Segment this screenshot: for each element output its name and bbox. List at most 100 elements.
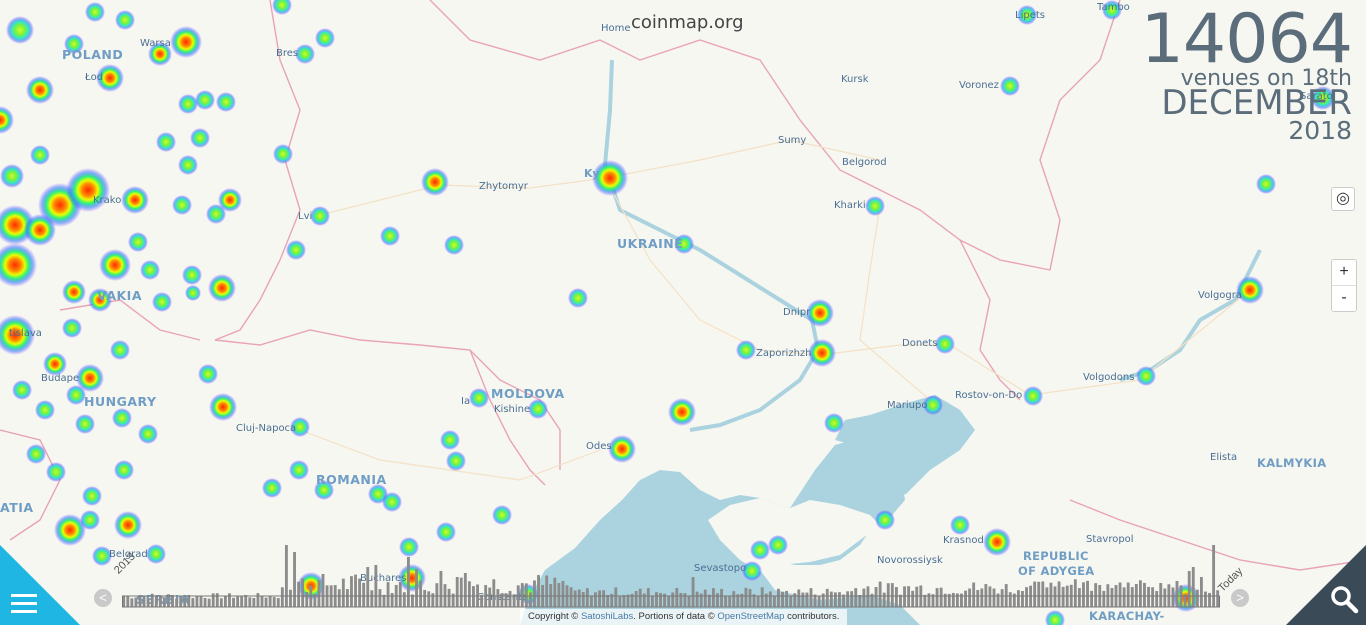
heat-spot <box>444 235 464 255</box>
timeline-bars <box>122 545 1220 607</box>
heat-spot <box>30 145 50 165</box>
search-icon[interactable] <box>1329 584 1359 614</box>
timeline-bar <box>634 591 638 607</box>
heat-spot <box>209 393 237 421</box>
city-krakow: Krako <box>93 195 122 206</box>
timeline-bar <box>154 595 158 607</box>
heat-spot <box>62 318 82 338</box>
timeline-bar <box>528 592 532 607</box>
heat-spot <box>421 168 449 196</box>
timeline-bar <box>1130 587 1134 607</box>
timeline-prev-button[interactable]: < <box>94 589 112 607</box>
timeline-bar <box>179 596 183 607</box>
timeline-bar <box>724 596 728 607</box>
timeline-bar <box>768 591 772 607</box>
heat-spot <box>156 132 176 152</box>
timeline-bar <box>577 589 581 607</box>
timeline-bar <box>463 573 467 607</box>
timeline-bar <box>797 589 801 607</box>
timeline-bar <box>581 591 585 607</box>
timeline-bar <box>894 587 898 607</box>
timeline-bar <box>268 595 272 607</box>
timeline-bar <box>293 552 296 607</box>
timeline-bar <box>533 580 536 607</box>
timeline-bar <box>195 595 199 607</box>
timeline-bar <box>927 593 931 607</box>
timeline-bar <box>219 598 223 607</box>
timeline-bar <box>142 595 146 607</box>
heat-spot <box>128 232 148 252</box>
timeline-bar <box>455 577 459 607</box>
timeline-bar <box>935 588 939 607</box>
timeline-bar <box>618 596 622 607</box>
zoom-out-button[interactable]: - <box>1332 286 1356 311</box>
heat-spot <box>608 435 636 463</box>
heat-spot <box>178 94 198 114</box>
heat-spot <box>310 206 330 226</box>
timeline-bar <box>1147 586 1150 607</box>
city-budapest: Budape <box>41 373 80 384</box>
label-poland: POLAND <box>62 47 124 62</box>
timeline-bar <box>1073 579 1077 607</box>
timeline-histogram[interactable] <box>122 540 1220 608</box>
heat-spot <box>446 451 466 471</box>
timeline-bar <box>1045 587 1049 607</box>
timeline-bar <box>1143 582 1146 607</box>
city-donetsk: Donets <box>902 338 938 349</box>
venue-count: 14064 <box>1140 0 1353 79</box>
heat-spot <box>808 339 836 367</box>
timeline-bar <box>199 596 203 607</box>
timeline-bar <box>569 587 573 607</box>
timeline-bar <box>1033 581 1037 607</box>
heat-spot <box>6 16 34 44</box>
timeline-bar <box>614 587 618 607</box>
timeline-bar <box>838 592 841 607</box>
timeline-bar <box>435 583 439 607</box>
timeline-bar <box>1008 592 1012 607</box>
timeline-bar <box>1041 581 1045 607</box>
timeline-bar <box>520 583 524 607</box>
timeline-bar <box>496 589 500 607</box>
hamburger-menu-icon[interactable] <box>11 594 37 614</box>
timeline-bar <box>976 590 980 607</box>
timeline-bar <box>354 574 357 607</box>
timeline-bar <box>785 590 789 607</box>
timeline-bar <box>1000 589 1004 607</box>
timeline-bar <box>939 587 943 607</box>
timeline-bar <box>284 545 288 607</box>
timeline-bar <box>370 590 374 607</box>
city-sumy: Sumy <box>778 135 807 146</box>
openstreetmap-link[interactable]: OpenStreetMap <box>717 611 784 622</box>
zoom-in-button[interactable]: + <box>1332 260 1356 286</box>
timeline-bar <box>467 581 471 607</box>
satoshilabs-link[interactable]: SatoshiLabs <box>581 611 633 622</box>
city-volgograd: Volgogra <box>1198 290 1243 301</box>
heat-spot <box>114 460 134 480</box>
heat-spot <box>1000 76 1020 96</box>
heat-spot <box>950 515 970 535</box>
timeline-bar <box>171 595 174 607</box>
timeline-bar <box>1082 582 1085 607</box>
timeline-bar <box>1171 587 1175 607</box>
city-lviv: Lvi <box>298 211 313 222</box>
city-zhytomyr: Zhytomyr <box>479 181 528 192</box>
timeline-bar <box>138 596 142 607</box>
city-cluj: Cluj-Napoca <box>236 423 297 434</box>
timeline-bar <box>622 595 626 607</box>
heat-spot <box>206 204 226 224</box>
timeline-bar <box>744 587 748 607</box>
timeline-bar <box>1077 588 1081 607</box>
heat-spot <box>138 424 158 444</box>
heat-spot <box>170 26 202 58</box>
timeline-bar <box>341 578 345 607</box>
heat-spot <box>736 340 756 360</box>
brand-logo[interactable]: coinmap.org <box>631 12 744 33</box>
timeline-bar <box>899 594 902 607</box>
city-zaporizhzh: Zaporizhzh <box>756 348 812 359</box>
locate-button[interactable]: ◎ <box>1331 187 1355 211</box>
city-brest: Bres <box>276 48 299 59</box>
city-elista: Elista <box>1210 452 1238 463</box>
timeline-next-button[interactable]: > <box>1231 589 1249 607</box>
heat-spot <box>492 505 512 525</box>
timeline-bar <box>374 565 378 607</box>
